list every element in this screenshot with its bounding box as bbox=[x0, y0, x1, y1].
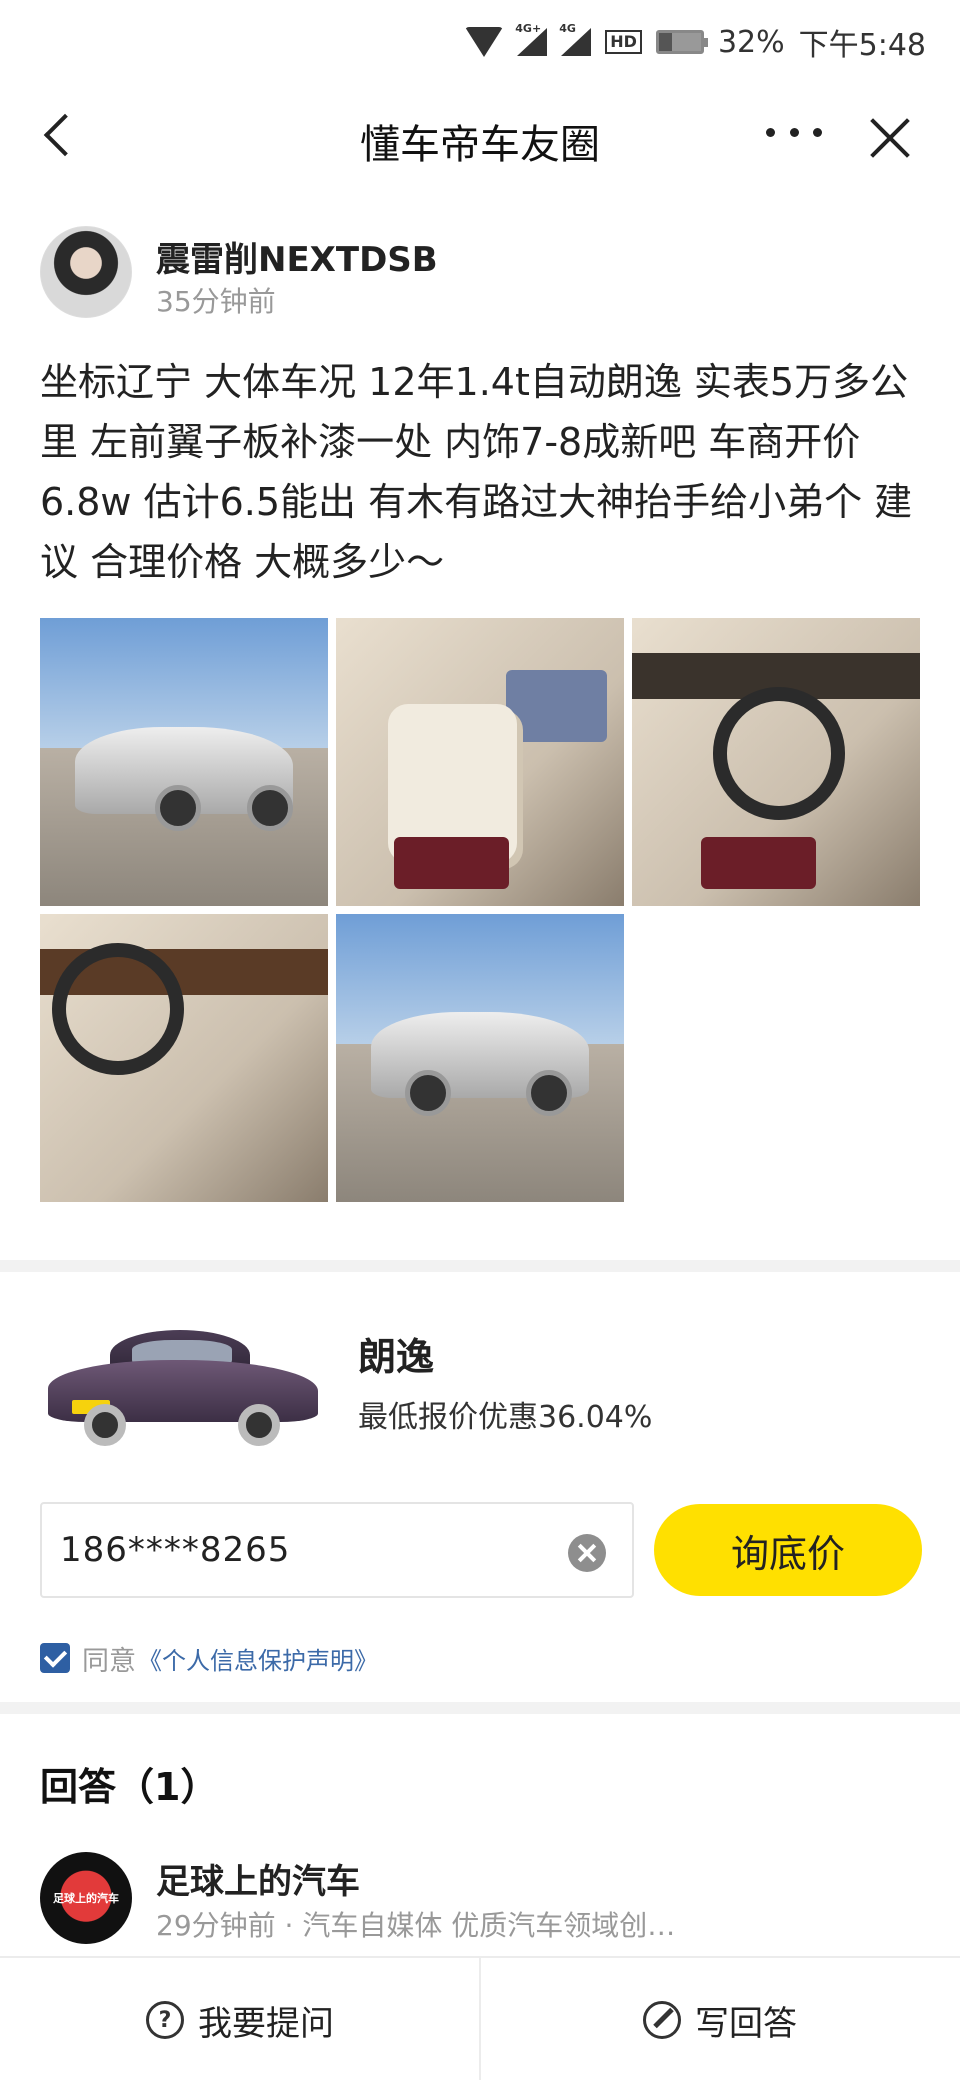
promo-car-image[interactable] bbox=[48, 1320, 318, 1450]
inquiry-button[interactable]: 询底价 bbox=[654, 1504, 922, 1596]
photo-5[interactable] bbox=[336, 914, 624, 1202]
avatar[interactable] bbox=[40, 226, 132, 318]
signal-icon-2: 4G bbox=[559, 22, 592, 56]
edit-icon bbox=[643, 2001, 681, 2039]
photo-4[interactable] bbox=[40, 914, 328, 1202]
post-header: 震雷削NEXTDSB 35分钟前 bbox=[40, 226, 920, 322]
clear-icon[interactable] bbox=[568, 1534, 606, 1572]
page-title: 懂车帝车友圈 bbox=[360, 122, 600, 168]
agreement-row: 同意 《个人信息保护声明》 bbox=[40, 1640, 378, 1677]
photo-3[interactable] bbox=[632, 618, 920, 906]
bottom-bar: ? 我要提问 写回答 bbox=[0, 1956, 960, 2080]
model-name[interactable]: 朗逸 bbox=[358, 1326, 434, 1381]
battery-fill bbox=[658, 33, 673, 51]
phone-field bbox=[40, 1502, 634, 1598]
status-bar: 4G+ 4G HD 32% 下午5:48 bbox=[0, 0, 960, 84]
post-time: 35分钟前 bbox=[156, 285, 276, 318]
author-name[interactable]: 震雷削NEXTDSB bbox=[156, 232, 438, 281]
title-bar: 懂车帝车友圈 bbox=[0, 84, 960, 188]
post-text: 坐标辽宁 大体车况 12年1.4t自动朗逸 实表5万多公里 左前翼子板补漆一处 … bbox=[40, 360, 913, 584]
agree-label: 同意 bbox=[82, 1645, 136, 1677]
battery-percent: 32% bbox=[717, 24, 785, 60]
privacy-link[interactable]: 《个人信息保护声明》 bbox=[138, 1641, 378, 1676]
answer-avatar[interactable]: 足球上的汽车 bbox=[40, 1852, 132, 1944]
hd-badge: HD bbox=[605, 30, 642, 54]
agree-checkbox[interactable] bbox=[40, 1643, 70, 1673]
answer-author[interactable]: 足球上的汽车 bbox=[156, 1854, 360, 1903]
clock: 下午5:48 bbox=[798, 28, 926, 63]
battery-icon bbox=[655, 30, 708, 54]
more-icon[interactable] bbox=[766, 128, 822, 140]
photo-1[interactable] bbox=[40, 618, 328, 906]
question-icon: ? bbox=[146, 2001, 184, 2039]
answer-meta: 29分钟前 · 汽车自媒体 优质汽车领域创… bbox=[156, 1909, 676, 1942]
photo-2[interactable] bbox=[336, 618, 624, 906]
section-divider bbox=[0, 1260, 960, 1272]
ask-question-label: 我要提问 bbox=[198, 2003, 334, 2044]
answer-avatar-text: 足球上的汽车 bbox=[53, 1892, 119, 1905]
signal-icon: 4G+ bbox=[515, 22, 548, 56]
write-answer-label: 写回答 bbox=[695, 2003, 797, 2044]
section-divider-2 bbox=[0, 1702, 960, 1714]
close-icon[interactable] bbox=[866, 114, 914, 162]
wifi-icon bbox=[465, 27, 504, 57]
phone-input[interactable] bbox=[60, 1522, 560, 1578]
discount-text: 最低报价优惠36.04% bbox=[358, 1400, 653, 1435]
ask-question-button[interactable]: ? 我要提问 bbox=[0, 1958, 480, 2080]
write-answer-button[interactable]: 写回答 bbox=[480, 1958, 960, 2080]
answers-heading: 回答（1） bbox=[40, 1765, 219, 1809]
